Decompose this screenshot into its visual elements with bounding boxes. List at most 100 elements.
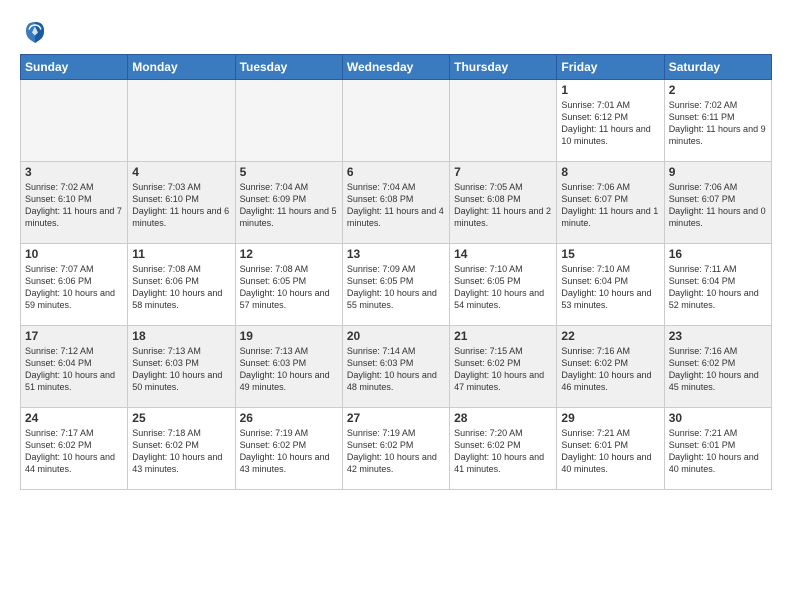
day-number: 8 — [561, 165, 659, 179]
day-number: 5 — [240, 165, 338, 179]
day-number: 29 — [561, 411, 659, 425]
day-info: Sunrise: 7:19 AM Sunset: 6:02 PM Dayligh… — [240, 427, 338, 476]
day-info: Sunrise: 7:12 AM Sunset: 6:04 PM Dayligh… — [25, 345, 123, 394]
calendar-cell: 13Sunrise: 7:09 AM Sunset: 6:05 PM Dayli… — [342, 244, 449, 326]
day-number: 19 — [240, 329, 338, 343]
day-info: Sunrise: 7:06 AM Sunset: 6:07 PM Dayligh… — [561, 181, 659, 230]
day-number: 18 — [132, 329, 230, 343]
day-info: Sunrise: 7:14 AM Sunset: 6:03 PM Dayligh… — [347, 345, 445, 394]
day-info: Sunrise: 7:21 AM Sunset: 6:01 PM Dayligh… — [561, 427, 659, 476]
weekday-header-friday: Friday — [557, 55, 664, 80]
weekday-header-monday: Monday — [128, 55, 235, 80]
weekday-header-sunday: Sunday — [21, 55, 128, 80]
calendar-cell: 17 Sunrise: 7:12 AM Sunset: 6:04 PM Dayli… — [21, 326, 128, 408]
day-info: Sunrise: 7:16 AM Sunset: 6:02 PM Dayligh… — [669, 345, 767, 394]
day-info: Sunrise: 7:10 AM Sunset: 6:04 PM Dayligh… — [561, 263, 659, 312]
calendar-cell — [450, 80, 557, 162]
calendar-cell: 6 Sunrise: 7:04 AM Sunset: 6:08 PM Daylig… — [342, 162, 449, 244]
day-info: Sunrise: 7:03 AM Sunset: 6:10 PM Dayligh… — [132, 181, 230, 230]
weekday-header-wednesday: Wednesday — [342, 55, 449, 80]
calendar-cell — [235, 80, 342, 162]
calendar-cell: 11Sunrise: 7:08 AM Sunset: 6:06 PM Dayli… — [128, 244, 235, 326]
day-info: Sunrise: 7:18 AM Sunset: 6:02 PM Dayligh… — [132, 427, 230, 476]
day-number: 4 — [132, 165, 230, 179]
calendar-week-1: 1Sunrise: 7:01 AM Sunset: 6:12 PM Daylig… — [21, 80, 772, 162]
calendar-cell: 1Sunrise: 7:01 AM Sunset: 6:12 PM Daylig… — [557, 80, 664, 162]
calendar-cell: 29 Sunrise: 7:21 AM Sunset: 6:01 PM Dayli… — [557, 408, 664, 490]
calendar-cell: 7 Sunrise: 7:05 AM Sunset: 6:08 PM Daylig… — [450, 162, 557, 244]
calendar-week-2: 3Sunrise: 7:02 AM Sunset: 6:10 PM Daylig… — [21, 162, 772, 244]
calendar-cell — [21, 80, 128, 162]
calendar-cell — [128, 80, 235, 162]
page: SundayMondayTuesdayWednesdayThursdayFrid… — [0, 0, 792, 612]
logo-icon — [20, 16, 50, 46]
calendar-cell: 5 Sunrise: 7:04 AM Sunset: 6:09 PM Daylig… — [235, 162, 342, 244]
calendar-cell: 26 Sunrise: 7:19 AM Sunset: 6:02 PM Dayli… — [235, 408, 342, 490]
calendar-cell — [342, 80, 449, 162]
calendar-week-4: 17 Sunrise: 7:12 AM Sunset: 6:04 PM Dayli… — [21, 326, 772, 408]
day-number: 22 — [561, 329, 659, 343]
day-info: Sunrise: 7:08 AM Sunset: 6:06 PM Dayligh… — [132, 263, 230, 312]
day-info: Sunrise: 7:15 AM Sunset: 6:02 PM Dayligh… — [454, 345, 552, 394]
weekday-header-tuesday: Tuesday — [235, 55, 342, 80]
day-info: Sunrise: 7:05 AM Sunset: 6:08 PM Dayligh… — [454, 181, 552, 230]
day-info: Sunrise: 7:04 AM Sunset: 6:08 PM Dayligh… — [347, 181, 445, 230]
day-info: Sunrise: 7:11 AM Sunset: 6:04 PM Dayligh… — [669, 263, 767, 312]
day-number: 30 — [669, 411, 767, 425]
logo — [20, 16, 54, 46]
day-number: 21 — [454, 329, 552, 343]
calendar-table: SundayMondayTuesdayWednesdayThursdayFrid… — [20, 54, 772, 490]
weekday-header-saturday: Saturday — [664, 55, 771, 80]
day-info: Sunrise: 7:08 AM Sunset: 6:05 PM Dayligh… — [240, 263, 338, 312]
day-number: 9 — [669, 165, 767, 179]
calendar-header-row: SundayMondayTuesdayWednesdayThursdayFrid… — [21, 55, 772, 80]
calendar-cell: 22 Sunrise: 7:16 AM Sunset: 6:02 PM Dayli… — [557, 326, 664, 408]
day-number: 26 — [240, 411, 338, 425]
calendar-cell: 20 Sunrise: 7:14 AM Sunset: 6:03 PM Dayli… — [342, 326, 449, 408]
calendar-cell: 27 Sunrise: 7:19 AM Sunset: 6:02 PM Dayli… — [342, 408, 449, 490]
day-info: Sunrise: 7:02 AM Sunset: 6:11 PM Dayligh… — [669, 99, 767, 148]
day-info: Sunrise: 7:07 AM Sunset: 6:06 PM Dayligh… — [25, 263, 123, 312]
calendar-cell: 3Sunrise: 7:02 AM Sunset: 6:10 PM Daylig… — [21, 162, 128, 244]
calendar-cell: 2 Sunrise: 7:02 AM Sunset: 6:11 PM Daylig… — [664, 80, 771, 162]
day-number: 6 — [347, 165, 445, 179]
day-info: Sunrise: 7:01 AM Sunset: 6:12 PM Dayligh… — [561, 99, 659, 148]
weekday-header-thursday: Thursday — [450, 55, 557, 80]
calendar-cell: 4 Sunrise: 7:03 AM Sunset: 6:10 PM Daylig… — [128, 162, 235, 244]
calendar-cell: 21 Sunrise: 7:15 AM Sunset: 6:02 PM Dayli… — [450, 326, 557, 408]
day-info: Sunrise: 7:19 AM Sunset: 6:02 PM Dayligh… — [347, 427, 445, 476]
day-info: Sunrise: 7:13 AM Sunset: 6:03 PM Dayligh… — [132, 345, 230, 394]
day-number: 7 — [454, 165, 552, 179]
day-number: 23 — [669, 329, 767, 343]
calendar-cell: 25Sunrise: 7:18 AM Sunset: 6:02 PM Dayli… — [128, 408, 235, 490]
calendar-cell: 28Sunrise: 7:20 AM Sunset: 6:02 PM Dayli… — [450, 408, 557, 490]
day-number: 2 — [669, 83, 767, 97]
day-number: 16 — [669, 247, 767, 261]
day-info: Sunrise: 7:17 AM Sunset: 6:02 PM Dayligh… — [25, 427, 123, 476]
day-number: 14 — [454, 247, 552, 261]
calendar-cell: 9 Sunrise: 7:06 AM Sunset: 6:07 PM Daylig… — [664, 162, 771, 244]
calendar-cell: 30 Sunrise: 7:21 AM Sunset: 6:01 PM Dayli… — [664, 408, 771, 490]
day-number: 27 — [347, 411, 445, 425]
day-info: Sunrise: 7:02 AM Sunset: 6:10 PM Dayligh… — [25, 181, 123, 230]
day-info: Sunrise: 7:20 AM Sunset: 6:02 PM Dayligh… — [454, 427, 552, 476]
day-info: Sunrise: 7:09 AM Sunset: 6:05 PM Dayligh… — [347, 263, 445, 312]
calendar-week-3: 10 Sunrise: 7:07 AM Sunset: 6:06 PM Dayli… — [21, 244, 772, 326]
day-number: 20 — [347, 329, 445, 343]
day-info: Sunrise: 7:16 AM Sunset: 6:02 PM Dayligh… — [561, 345, 659, 394]
day-info: Sunrise: 7:04 AM Sunset: 6:09 PM Dayligh… — [240, 181, 338, 230]
day-number: 24 — [25, 411, 123, 425]
day-info: Sunrise: 7:06 AM Sunset: 6:07 PM Dayligh… — [669, 181, 767, 230]
day-number: 17 — [25, 329, 123, 343]
calendar-cell: 24 Sunrise: 7:17 AM Sunset: 6:02 PM Dayli… — [21, 408, 128, 490]
day-number: 10 — [25, 247, 123, 261]
day-info: Sunrise: 7:21 AM Sunset: 6:01 PM Dayligh… — [669, 427, 767, 476]
day-number: 15 — [561, 247, 659, 261]
calendar-cell: 23 Sunrise: 7:16 AM Sunset: 6:02 PM Dayli… — [664, 326, 771, 408]
calendar-cell: 15 Sunrise: 7:10 AM Sunset: 6:04 PM Dayli… — [557, 244, 664, 326]
calendar-cell: 18 Sunrise: 7:13 AM Sunset: 6:03 PM Dayli… — [128, 326, 235, 408]
calendar-cell: 16 Sunrise: 7:11 AM Sunset: 6:04 PM Dayli… — [664, 244, 771, 326]
day-info: Sunrise: 7:10 AM Sunset: 6:05 PM Dayligh… — [454, 263, 552, 312]
calendar-cell: 19Sunrise: 7:13 AM Sunset: 6:03 PM Dayli… — [235, 326, 342, 408]
calendar-cell: 14 Sunrise: 7:10 AM Sunset: 6:05 PM Dayli… — [450, 244, 557, 326]
